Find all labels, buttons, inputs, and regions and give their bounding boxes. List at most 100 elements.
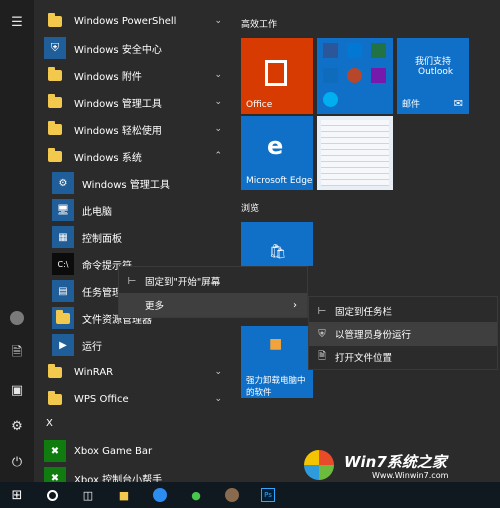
hamburger-menu-icon[interactable]: ☰ bbox=[0, 8, 34, 36]
app-folder-admin-tools[interactable]: Windows 管理工具 ⌄ bbox=[44, 89, 230, 115]
tiles-area: 高效工作 Office 我们支持 Outlook 邮件 ✉ e Microsof… bbox=[230, 0, 500, 482]
tile-store[interactable]: 🛍 bbox=[241, 222, 313, 266]
search-button[interactable] bbox=[42, 485, 62, 505]
skype-icon bbox=[323, 92, 338, 107]
taskbar-browser[interactable] bbox=[150, 485, 170, 505]
group-title-browse: 浏览 bbox=[241, 204, 260, 214]
menu-item-more[interactable]: 更多 › bbox=[119, 293, 307, 317]
control-panel-icon: ▦ bbox=[58, 231, 68, 243]
taskbar-app[interactable] bbox=[222, 485, 242, 505]
run-icon: ▶ bbox=[59, 339, 67, 351]
tile-uninstaller[interactable]: ■ 强力卸载电脑中 的软件 bbox=[241, 326, 313, 398]
tile-text: Outlook bbox=[418, 67, 454, 77]
app-label: 此电脑 bbox=[82, 206, 112, 218]
app-system-admin-tools[interactable]: ⚙ Windows 管理工具 bbox=[52, 170, 230, 196]
menu-item-open-location[interactable]: 🗎 打开文件位置 bbox=[309, 345, 497, 369]
app-label: Windows 安全中心 bbox=[74, 44, 162, 56]
folder-icon bbox=[48, 12, 62, 27]
app-label: WPS Office bbox=[74, 393, 129, 405]
documents-icon[interactable]: 🗎 bbox=[0, 340, 34, 368]
app-label: 运行 bbox=[82, 341, 102, 353]
preview-image bbox=[321, 120, 389, 186]
store-icon: 🛍 bbox=[269, 244, 287, 260]
app-label: Windows 管理工具 bbox=[82, 179, 170, 191]
taskbar-file-explorer[interactable]: ■ bbox=[114, 485, 134, 505]
folder-icon bbox=[48, 66, 62, 81]
app-list: Windows PowerShell ⌄ ⛨ Windows 安全中心 Wind… bbox=[34, 0, 230, 482]
terminal-icon: C:\ bbox=[57, 259, 69, 269]
taskbar-wechat[interactable]: ● bbox=[186, 485, 206, 505]
app-xbox-companion[interactable]: ✖ Xbox 控制台小帮手 bbox=[44, 465, 230, 482]
app-folder-ease-of-access[interactable]: Windows 轻松使用 ⌄ bbox=[44, 116, 230, 142]
app-label: Xbox Game Bar bbox=[74, 445, 153, 457]
tile-text: 的软件 bbox=[246, 388, 272, 398]
app-label: Windows 系统 bbox=[74, 152, 142, 164]
app-run[interactable]: ▶ 运行 bbox=[52, 332, 230, 358]
tile-office[interactable]: Office bbox=[241, 38, 313, 114]
app-security-center[interactable]: ⛨ Windows 安全中心 bbox=[44, 35, 230, 61]
menu-item-pin-start[interactable]: ⊢ 固定到"开始"屏幕 bbox=[119, 269, 307, 293]
start-left-rail: ☰ 🗎 ▣ ⚙ ⏻ bbox=[0, 0, 34, 482]
chevron-down-icon: ⌄ bbox=[214, 394, 222, 404]
tile-live-preview[interactable] bbox=[317, 116, 393, 190]
file-location-icon: 🗎 bbox=[317, 350, 327, 362]
uninstaller-icon: ■ bbox=[269, 336, 283, 352]
pictures-icon[interactable]: ▣ bbox=[0, 376, 34, 404]
app-folder-system[interactable]: Windows 系统 ⌃ bbox=[44, 143, 230, 169]
tile-mail[interactable]: 我们支持 Outlook 邮件 ✉ bbox=[397, 38, 469, 114]
tile-edge[interactable]: e Microsoft Edge bbox=[241, 116, 313, 190]
watermark-brand: Win7系统之家 bbox=[344, 453, 447, 471]
menu-item-pin-taskbar[interactable]: ⊢ 固定到任务栏 bbox=[309, 299, 497, 323]
excel-icon bbox=[371, 43, 386, 58]
app-label: 控制面板 bbox=[82, 233, 122, 245]
admin-tools-icon: ⚙ bbox=[58, 177, 68, 189]
app-folder-winrar[interactable]: WinRAR ⌄ bbox=[44, 359, 230, 385]
user-account-icon[interactable] bbox=[0, 304, 34, 332]
app-xbox-game-bar[interactable]: ✖ Xbox Game Bar bbox=[44, 438, 230, 464]
mail-icon: ✉ bbox=[453, 97, 463, 110]
word-icon bbox=[323, 43, 338, 58]
app-control-panel[interactable]: ▦ 控制面板 bbox=[52, 224, 230, 250]
chevron-down-icon: ⌄ bbox=[214, 16, 222, 26]
photoshop-icon: Ps bbox=[261, 488, 275, 502]
edge-icon: e bbox=[267, 132, 284, 160]
tile-office-apps-group[interactable] bbox=[317, 38, 393, 114]
app-label: Windows 轻松使用 bbox=[74, 125, 162, 137]
folder-icon: ■ bbox=[118, 488, 130, 502]
app-folder-wps[interactable]: WPS Office ⌄ bbox=[44, 386, 230, 412]
chevron-down-icon: ⌄ bbox=[214, 97, 222, 107]
menu-item-label: 打开文件位置 bbox=[335, 353, 393, 364]
menu-item-run-as-admin[interactable]: ⛨ 以管理员身份运行 bbox=[309, 322, 497, 346]
wechat-icon: ● bbox=[191, 488, 201, 502]
app-label: Windows PowerShell bbox=[74, 15, 177, 27]
tile-label: Microsoft Edge bbox=[246, 176, 313, 186]
taskbar-photoshop[interactable]: Ps bbox=[258, 485, 278, 505]
tile-label: Office bbox=[246, 100, 273, 110]
settings-gear-icon[interactable]: ⚙ bbox=[0, 412, 34, 440]
onenote-icon bbox=[371, 68, 386, 83]
submenu-more: ⊢ 固定到任务栏 ⛨ 以管理员身份运行 🗎 打开文件位置 bbox=[308, 296, 498, 370]
tile-text: 强力卸载电脑中 bbox=[246, 376, 306, 386]
start-button[interactable]: ⊞ bbox=[7, 485, 27, 505]
menu-item-label: 固定到"开始"屏幕 bbox=[145, 277, 221, 288]
chevron-down-icon: ⌄ bbox=[214, 367, 222, 377]
app-label: Windows 管理工具 bbox=[74, 98, 162, 110]
chevron-up-icon: ⌃ bbox=[214, 151, 222, 161]
task-view-icon: ◫ bbox=[82, 488, 94, 502]
task-view-button[interactable]: ◫ bbox=[78, 485, 98, 505]
app-folder-powershell[interactable]: Windows PowerShell ⌄ bbox=[44, 8, 230, 34]
tile-text: 我们支持 bbox=[415, 57, 452, 67]
app-this-pc[interactable]: 🖥 此电脑 bbox=[52, 197, 230, 223]
folder-icon bbox=[56, 309, 70, 324]
windows-logo-icon: ⊞ bbox=[11, 487, 23, 503]
section-letter[interactable]: X bbox=[46, 418, 53, 429]
folder-icon bbox=[48, 147, 62, 162]
folder-icon bbox=[48, 363, 62, 378]
power-icon[interactable]: ⏻ bbox=[0, 448, 34, 476]
watermark-logo: Win7系统之家 Www.Winwin7.com bbox=[300, 448, 500, 482]
app-label: Xbox 控制台小帮手 bbox=[74, 474, 163, 483]
pin-icon: ⊢ bbox=[317, 305, 327, 317]
folder-icon bbox=[48, 120, 62, 135]
context-menu: ⊢ 固定到"开始"屏幕 更多 › bbox=[118, 266, 308, 318]
app-folder-accessories[interactable]: Windows 附件 ⌄ bbox=[44, 62, 230, 88]
